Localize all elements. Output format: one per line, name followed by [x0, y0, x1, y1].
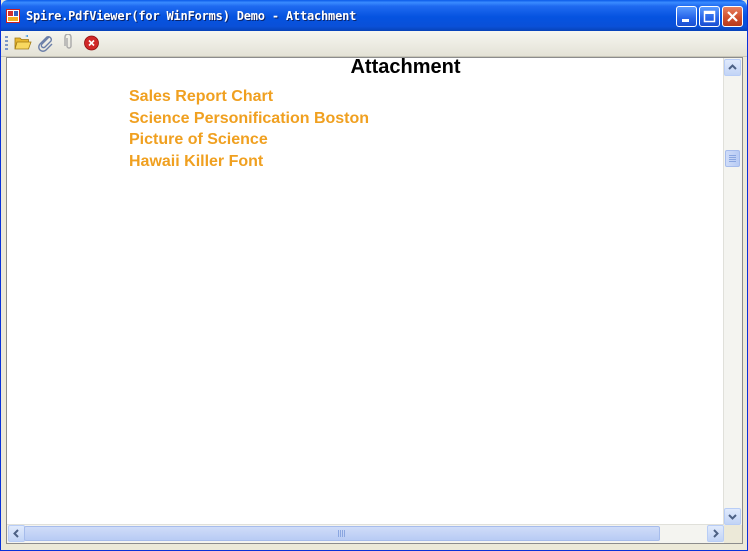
pdf-viewer-pane[interactable]: Attachment Sales Report Chart Science Pe… [6, 57, 743, 544]
attachment-link[interactable]: Sales Report Chart [129, 86, 369, 108]
scroll-up-button[interactable] [724, 59, 741, 76]
attachment-list: Sales Report Chart Science Personificati… [129, 86, 369, 172]
attachment-link[interactable]: Picture of Science [129, 129, 369, 151]
close-icon [727, 11, 738, 22]
scroll-down-button[interactable] [724, 508, 741, 525]
horizontal-scrollbar[interactable] [7, 524, 724, 543]
arrow-right-icon [713, 529, 719, 538]
toolbar-grip[interactable] [5, 36, 8, 51]
toolbar [1, 31, 747, 57]
vertical-scroll-thumb[interactable] [725, 150, 740, 167]
scroll-left-button[interactable] [8, 525, 25, 542]
application-window: Spire.PdfViewer(for WinForms) Demo - Att… [0, 0, 748, 551]
maximize-button[interactable] [699, 6, 720, 27]
close-button[interactable] [722, 6, 743, 27]
red-close-icon[interactable] [83, 34, 101, 52]
arrow-left-icon [13, 529, 19, 538]
maximize-icon [703, 10, 716, 23]
scrollbar-corner [724, 525, 742, 543]
folder-open-icon[interactable] [14, 34, 32, 52]
window-title: Spire.PdfViewer(for WinForms) Demo - Att… [26, 9, 357, 23]
horizontal-scroll-thumb[interactable] [24, 526, 660, 541]
minimize-icon [682, 19, 689, 22]
scroll-right-button[interactable] [707, 525, 724, 542]
document-title: Attachment [350, 57, 461, 78]
vertical-scrollbar[interactable] [723, 58, 742, 525]
attachment-link[interactable]: Hawaii Killer Font [129, 151, 369, 173]
pdfviewer-app-icon [6, 9, 20, 23]
paperclip-icon[interactable] [37, 34, 55, 52]
arrow-up-icon [728, 64, 737, 70]
arrow-down-icon [728, 514, 737, 520]
title-bar[interactable]: Spire.PdfViewer(for WinForms) Demo - Att… [1, 0, 747, 31]
attachment-link[interactable]: Science Personification Boston [129, 108, 369, 130]
paperclip-gray-icon[interactable] [60, 34, 78, 52]
minimize-button[interactable] [676, 6, 697, 27]
